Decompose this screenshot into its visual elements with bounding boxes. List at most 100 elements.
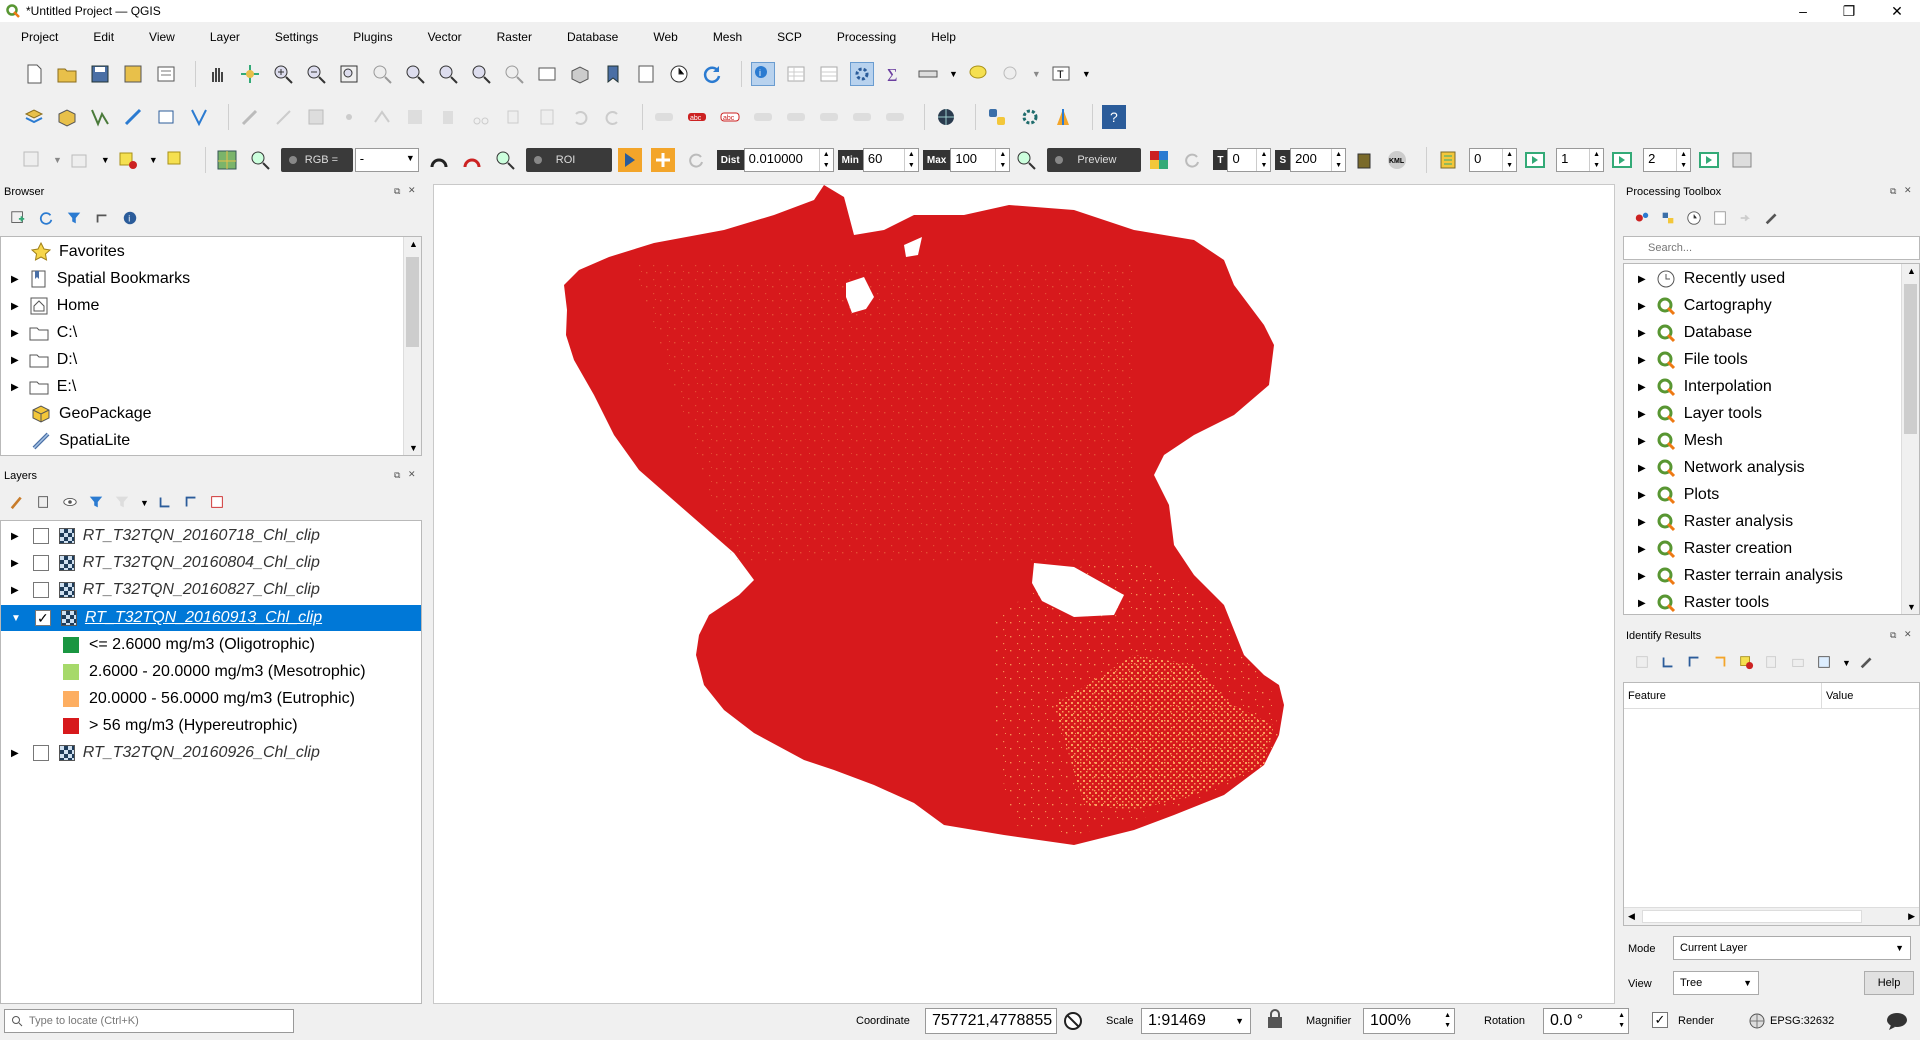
crs-button[interactable]: EPSG:32632 [1748, 1012, 1834, 1030]
rgb-color-icon[interactable] [427, 148, 451, 172]
scp-dock-icon[interactable] [215, 148, 239, 172]
close-button[interactable]: ✕ [1874, 0, 1920, 22]
processing-item-raster-analysis[interactable]: ▶ Raster analysis [1638, 511, 1793, 533]
zoom-full-icon[interactable] [337, 62, 361, 86]
identify-hscrollbar[interactable]: ◀ ▶ [1624, 907, 1919, 925]
create-roi-icon[interactable] [617, 148, 642, 172]
expand-arrow-icon[interactable]: ▶ [11, 382, 19, 393]
identify-float-icon[interactable]: ⧉ [1890, 630, 1896, 641]
maximize-button[interactable]: ❐ [1826, 0, 1872, 22]
delete-selected-icon[interactable] [436, 105, 460, 129]
band-spinbox-3[interactable]: 2 ▲ ▼ [1643, 148, 1692, 172]
menu-layer[interactable]: Layer [210, 30, 240, 44]
menu-vector[interactable]: Vector [428, 30, 462, 44]
cut-features-icon[interactable] [469, 105, 493, 129]
open-field-calculator-icon[interactable] [817, 62, 841, 86]
expand-arrow-icon[interactable]: ▶ [11, 328, 19, 339]
menu-settings[interactable]: Settings [275, 30, 318, 44]
layer-row[interactable]: ▶ RT_T32TQN_20160827_Chl_clip [1, 579, 421, 601]
label-change-icon[interactable] [817, 105, 841, 129]
expand-arrow-icon[interactable]: ▶ [1638, 517, 1646, 528]
processing-item-raster-tools[interactable]: ▶ Raster tools [1638, 592, 1769, 614]
plugin-gear-icon[interactable] [1018, 105, 1042, 129]
zoom-layer-icon[interactable] [403, 62, 427, 86]
new-3d-view-icon[interactable] [568, 62, 592, 86]
menu-edit[interactable]: Edit [93, 30, 114, 44]
expand-arrow-icon[interactable]: ▶ [1638, 490, 1646, 501]
rotation-spinbox[interactable]: 0.0 ° ▲ ▼ [1543, 1008, 1629, 1034]
pan-to-selection-icon[interactable] [238, 62, 262, 86]
help-button[interactable]: Help [1864, 971, 1914, 995]
processing-item-cartography[interactable]: ▶ Cartography [1638, 295, 1772, 317]
locator-search-input[interactable]: Type to locate (Ctrl+K) [4, 1009, 294, 1033]
identify-close-icon[interactable]: ✕ [1904, 629, 1912, 640]
text-annotation-icon[interactable]: T [1049, 62, 1073, 86]
zoom-out-icon[interactable] [304, 62, 328, 86]
globe-plugin-icon[interactable] [934, 105, 958, 129]
render-checkbox[interactable]: ✓ [1652, 1012, 1668, 1028]
scp-zoom-input-icon[interactable] [248, 148, 272, 172]
browser-scrollbar[interactable]: ▲ ▼ [403, 237, 421, 455]
magnifier-spinbox[interactable]: 100% ▲ ▼ [1363, 1008, 1455, 1034]
deselect-features-icon[interactable] [116, 148, 140, 172]
redo-icon[interactable] [601, 105, 625, 129]
browser-item-e-drive[interactable]: ▶ E:\ [11, 376, 76, 398]
open-attribute-table-icon[interactable] [784, 62, 808, 86]
redo-preview-icon[interactable] [1180, 148, 1204, 172]
scp-zoom-preview-icon[interactable] [1014, 148, 1038, 172]
expand-arrow-icon[interactable]: ▶ [11, 355, 19, 366]
menu-help[interactable]: Help [931, 30, 956, 44]
label-show-hide-icon[interactable] [850, 105, 874, 129]
label-pin-icon[interactable]: abc [685, 105, 709, 129]
vertex-tool-icon[interactable] [370, 105, 394, 129]
label-toolbar-icon[interactable] [652, 105, 676, 129]
open-project-icon[interactable] [55, 62, 79, 86]
filter-expression-icon[interactable] [114, 494, 132, 512]
filter-browser-icon[interactable] [66, 210, 84, 228]
new-geopackage-icon[interactable] [55, 105, 79, 129]
local-stretch-icon[interactable] [460, 148, 484, 172]
view-combo[interactable]: Tree ▼ [1673, 971, 1759, 995]
layer-styling-icon[interactable] [10, 494, 28, 512]
annotation-dropdown-icon[interactable]: ▼ [1082, 69, 1091, 79]
select-dropdown-2-icon[interactable]: ▼ [53, 155, 62, 165]
new-temporary-layer-icon[interactable] [154, 105, 178, 129]
expand-arrow-icon[interactable]: ▶ [1638, 382, 1646, 393]
identify-open-form-icon[interactable] [1634, 654, 1652, 672]
zoom-native-icon[interactable] [436, 62, 460, 86]
collapse-arrow-icon[interactable]: ▼ [11, 613, 21, 624]
processing-item-file-tools[interactable]: ▶ File tools [1638, 349, 1748, 371]
mode-combo[interactable]: Current Layer ▼ [1673, 936, 1911, 960]
redo-roi-icon[interactable] [684, 148, 708, 172]
processing-item-database[interactable]: ▶ Database [1638, 322, 1752, 344]
identify-features-icon[interactable]: i [751, 62, 775, 86]
results-viewer-icon[interactable] [1712, 210, 1730, 228]
browser-item-home[interactable]: ▶ Home [11, 295, 99, 317]
processing-item-plots[interactable]: ▶ Plots [1638, 484, 1719, 506]
expand-arrow-icon[interactable]: ▶ [1638, 544, 1646, 555]
select-dropdown-icon[interactable]: ▼ [1032, 69, 1041, 79]
processing-toolbox-icon[interactable] [850, 62, 874, 86]
identify-settings-icon[interactable] [1859, 654, 1877, 672]
max-spinbox[interactable]: 100 ▲ ▼ [950, 148, 1011, 172]
save-as-icon[interactable] [121, 62, 145, 86]
identify-expand-new-icon[interactable] [1712, 654, 1730, 672]
processing-search-input[interactable]: Search... [1623, 236, 1920, 260]
band-spinbox-2[interactable]: 1 ▲ ▼ [1556, 148, 1605, 172]
messages-icon[interactable] [1886, 1011, 1908, 1034]
map-canvas[interactable] [433, 184, 1615, 1004]
collapse-layers-icon[interactable] [183, 494, 201, 512]
layer-visibility-checkbox[interactable]: ✓ [34, 610, 51, 626]
scp-plugin-icon[interactable] [1051, 105, 1075, 129]
processing-item-interpolation[interactable]: ▶ Interpolation [1638, 376, 1772, 398]
identify-collapse-icon[interactable] [1686, 654, 1704, 672]
temporal-controller-icon[interactable] [667, 62, 691, 86]
pan-hand-icon[interactable] [205, 62, 229, 86]
menu-view[interactable]: View [149, 30, 175, 44]
models-icon[interactable] [1634, 210, 1652, 228]
select-location-icon[interactable] [999, 62, 1023, 86]
coordinate-field[interactable]: 757721,4778855 [925, 1008, 1057, 1034]
measure-line-icon[interactable] [916, 62, 940, 86]
paste-features-icon[interactable] [535, 105, 559, 129]
processing-item-raster-terrain[interactable]: ▶ Raster terrain analysis [1638, 565, 1843, 587]
